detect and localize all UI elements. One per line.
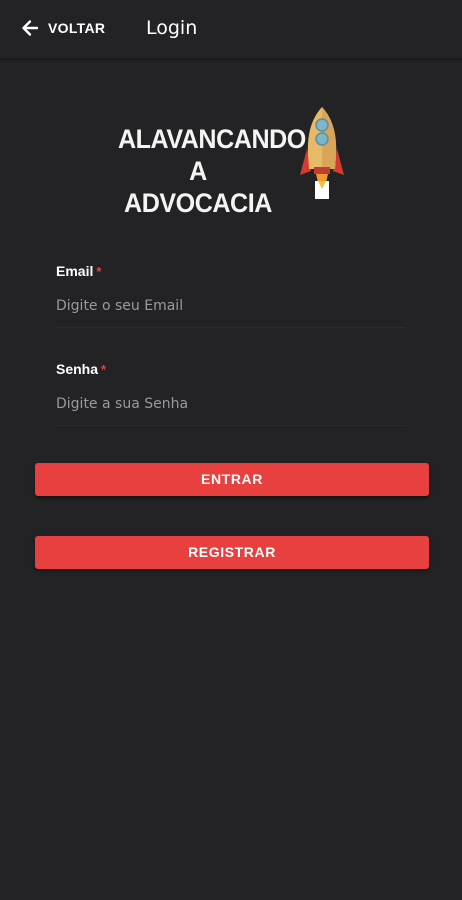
logo-text: ALAVANCANDO A ADVOCACIA: [118, 123, 306, 219]
logo-line-1: ALAVANCANDO: [118, 124, 306, 154]
email-required-mark: *: [96, 264, 102, 279]
app-logo: ALAVANCANDO A ADVOCACIA: [118, 105, 346, 218]
back-button[interactable]: VOLTAR: [20, 14, 105, 42]
register-button[interactable]: REGISTRAR: [35, 536, 429, 569]
page-title: Login: [146, 17, 198, 39]
password-input[interactable]: [56, 393, 406, 426]
app-bar: VOLTAR Login: [0, 0, 462, 59]
email-label: Email: [56, 263, 94, 279]
email-input[interactable]: [56, 295, 406, 328]
arrow-left-icon: [20, 18, 40, 38]
logo-line-2: A ADVOCACIA: [124, 156, 272, 218]
back-label: VOLTAR: [48, 20, 106, 36]
password-label: Senha: [56, 361, 99, 377]
login-button[interactable]: ENTRAR: [35, 463, 429, 496]
password-required-mark: *: [101, 362, 107, 377]
email-field-group: Email *: [56, 263, 406, 328]
rocket-icon: [298, 105, 346, 206]
password-field-group: Senha *: [56, 361, 406, 426]
